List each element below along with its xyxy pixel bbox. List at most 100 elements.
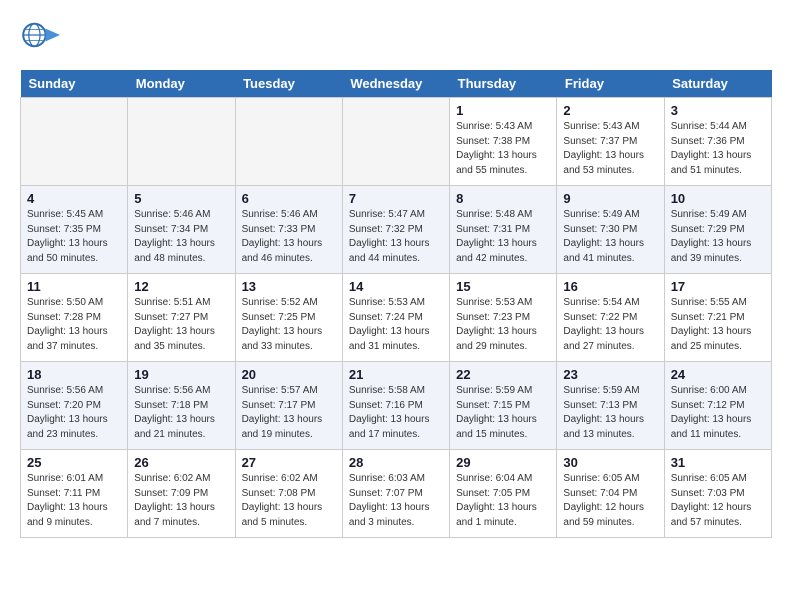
day-number: 4 xyxy=(27,191,121,206)
day-info: Sunrise: 6:05 AM Sunset: 7:03 PM Dayligh… xyxy=(671,472,765,530)
day-info: Sunrise: 6:02 AM Sunset: 7:08 PM Dayligh… xyxy=(242,472,336,530)
day-info: Sunrise: 5:47 AM Sunset: 7:32 PM Dayligh… xyxy=(349,208,443,266)
day-number: 27 xyxy=(242,455,336,470)
weekday-header-wednesday: Wednesday xyxy=(342,70,449,98)
calendar-cell: 13 Sunrise: 5:52 AM Sunset: 7:25 PM Dayli… xyxy=(235,274,342,362)
day-info: Sunrise: 5:43 AM Sunset: 7:37 PM Dayligh… xyxy=(563,120,657,178)
day-info: Sunrise: 5:46 AM Sunset: 7:34 PM Dayligh… xyxy=(134,208,228,266)
day-number: 17 xyxy=(671,279,765,294)
day-number: 10 xyxy=(671,191,765,206)
calendar-cell: 3Sunrise: 5:44 AM Sunset: 7:36 PM Daylig… xyxy=(664,98,771,186)
logo xyxy=(20,20,64,50)
weekday-header-friday: Friday xyxy=(557,70,664,98)
day-info: Sunrise: 5:50 AM Sunset: 7:28 PM Dayligh… xyxy=(27,296,121,354)
calendar-cell xyxy=(235,98,342,186)
weekday-header-thursday: Thursday xyxy=(450,70,557,98)
day-info: Sunrise: 5:55 AM Sunset: 7:21 PM Dayligh… xyxy=(671,296,765,354)
day-number: 2 xyxy=(563,103,657,118)
day-number: 28 xyxy=(349,455,443,470)
day-number: 19 xyxy=(134,367,228,382)
calendar-cell: 9Sunrise: 5:49 AM Sunset: 7:30 PM Daylig… xyxy=(557,186,664,274)
weekday-header-sunday: Sunday xyxy=(21,70,128,98)
day-number: 22 xyxy=(456,367,550,382)
calendar-cell xyxy=(21,98,128,186)
day-info: Sunrise: 5:52 AM Sunset: 7:25 PM Dayligh… xyxy=(242,296,336,354)
day-number: 6 xyxy=(242,191,336,206)
day-number: 24 xyxy=(671,367,765,382)
day-number: 31 xyxy=(671,455,765,470)
day-info: Sunrise: 5:43 AM Sunset: 7:38 PM Dayligh… xyxy=(456,120,550,178)
day-info: Sunrise: 6:04 AM Sunset: 7:05 PM Dayligh… xyxy=(456,472,550,530)
day-number: 5 xyxy=(134,191,228,206)
day-number: 29 xyxy=(456,455,550,470)
calendar-cell: 16 Sunrise: 5:54 AM Sunset: 7:22 PM Dayli… xyxy=(557,274,664,362)
calendar-cell: 2 Sunrise: 5:43 AM Sunset: 7:37 PM Daylig… xyxy=(557,98,664,186)
calendar-cell: 12 Sunrise: 5:51 AM Sunset: 7:27 PM Dayli… xyxy=(128,274,235,362)
calendar-cell: 26Sunrise: 6:02 AM Sunset: 7:09 PM Dayli… xyxy=(128,450,235,538)
calendar-cell: 31 Sunrise: 6:05 AM Sunset: 7:03 PM Dayli… xyxy=(664,450,771,538)
day-info: Sunrise: 5:53 AM Sunset: 7:23 PM Dayligh… xyxy=(456,296,550,354)
calendar-cell: 14Sunrise: 5:53 AM Sunset: 7:24 PM Dayli… xyxy=(342,274,449,362)
day-number: 12 xyxy=(134,279,228,294)
weekday-header-monday: Monday xyxy=(128,70,235,98)
calendar-cell: 18Sunrise: 5:56 AM Sunset: 7:20 PM Dayli… xyxy=(21,362,128,450)
calendar-cell: 8 Sunrise: 5:48 AM Sunset: 7:31 PM Daylig… xyxy=(450,186,557,274)
calendar-cell: 23 Sunrise: 5:59 AM Sunset: 7:13 PM Dayli… xyxy=(557,362,664,450)
calendar-cell: 10 Sunrise: 5:49 AM Sunset: 7:29 PM Dayli… xyxy=(664,186,771,274)
day-number: 8 xyxy=(456,191,550,206)
calendar-cell: 27 Sunrise: 6:02 AM Sunset: 7:08 PM Dayli… xyxy=(235,450,342,538)
day-number: 23 xyxy=(563,367,657,382)
calendar-header: SundayMondayTuesdayWednesdayThursdayFrid… xyxy=(21,70,772,98)
calendar-cell: 22Sunrise: 5:59 AM Sunset: 7:15 PM Dayli… xyxy=(450,362,557,450)
calendar-cell: 30 Sunrise: 6:05 AM Sunset: 7:04 PM Dayli… xyxy=(557,450,664,538)
day-info: Sunrise: 5:56 AM Sunset: 7:18 PM Dayligh… xyxy=(134,384,228,442)
day-number: 7 xyxy=(349,191,443,206)
day-info: Sunrise: 5:57 AM Sunset: 7:17 PM Dayligh… xyxy=(242,384,336,442)
calendar-cell: 24 Sunrise: 6:00 AM Sunset: 7:12 PM Dayli… xyxy=(664,362,771,450)
day-info: Sunrise: 5:49 AM Sunset: 7:29 PM Dayligh… xyxy=(671,208,765,266)
day-number: 13 xyxy=(242,279,336,294)
day-number: 25 xyxy=(27,455,121,470)
day-number: 20 xyxy=(242,367,336,382)
calendar-cell: 5 Sunrise: 5:46 AM Sunset: 7:34 PM Daylig… xyxy=(128,186,235,274)
day-info: Sunrise: 5:51 AM Sunset: 7:27 PM Dayligh… xyxy=(134,296,228,354)
day-info: Sunrise: 6:00 AM Sunset: 7:12 PM Dayligh… xyxy=(671,384,765,442)
calendar-table: SundayMondayTuesdayWednesdayThursdayFrid… xyxy=(20,70,772,538)
calendar-cell: 15Sunrise: 5:53 AM Sunset: 7:23 PM Dayli… xyxy=(450,274,557,362)
calendar-cell: 7 Sunrise: 5:47 AM Sunset: 7:32 PM Daylig… xyxy=(342,186,449,274)
day-info: Sunrise: 5:45 AM Sunset: 7:35 PM Dayligh… xyxy=(27,208,121,266)
day-info: Sunrise: 5:58 AM Sunset: 7:16 PM Dayligh… xyxy=(349,384,443,442)
day-info: Sunrise: 5:54 AM Sunset: 7:22 PM Dayligh… xyxy=(563,296,657,354)
weekday-header-tuesday: Tuesday xyxy=(235,70,342,98)
day-info: Sunrise: 5:59 AM Sunset: 7:13 PM Dayligh… xyxy=(563,384,657,442)
day-number: 30 xyxy=(563,455,657,470)
calendar-cell: 11Sunrise: 5:50 AM Sunset: 7:28 PM Dayli… xyxy=(21,274,128,362)
calendar-week-1: 1 Sunrise: 5:43 AM Sunset: 7:38 PM Daylig… xyxy=(21,98,772,186)
day-number: 21 xyxy=(349,367,443,382)
calendar-cell: 6 Sunrise: 5:46 AM Sunset: 7:33 PM Daylig… xyxy=(235,186,342,274)
day-info: Sunrise: 6:05 AM Sunset: 7:04 PM Dayligh… xyxy=(563,472,657,530)
calendar-cell: 4 Sunrise: 5:45 AM Sunset: 7:35 PM Daylig… xyxy=(21,186,128,274)
day-info: Sunrise: 5:46 AM Sunset: 7:33 PM Dayligh… xyxy=(242,208,336,266)
day-number: 18 xyxy=(27,367,121,382)
calendar-cell: 17 Sunrise: 5:55 AM Sunset: 7:21 PM Dayli… xyxy=(664,274,771,362)
calendar-cell: 29 Sunrise: 6:04 AM Sunset: 7:05 PM Dayli… xyxy=(450,450,557,538)
day-info: Sunrise: 5:48 AM Sunset: 7:31 PM Dayligh… xyxy=(456,208,550,266)
calendar-cell: 21 Sunrise: 5:58 AM Sunset: 7:16 PM Dayli… xyxy=(342,362,449,450)
calendar-week-2: 4 Sunrise: 5:45 AM Sunset: 7:35 PM Daylig… xyxy=(21,186,772,274)
calendar-cell: 28 Sunrise: 6:03 AM Sunset: 7:07 PM Dayli… xyxy=(342,450,449,538)
calendar-week-5: 25 Sunrise: 6:01 AM Sunset: 7:11 PM Dayli… xyxy=(21,450,772,538)
day-info: Sunrise: 6:03 AM Sunset: 7:07 PM Dayligh… xyxy=(349,472,443,530)
calendar-cell: 25 Sunrise: 6:01 AM Sunset: 7:11 PM Dayli… xyxy=(21,450,128,538)
weekday-header-saturday: Saturday xyxy=(664,70,771,98)
day-number: 14 xyxy=(349,279,443,294)
day-number: 3 xyxy=(671,103,765,118)
day-number: 16 xyxy=(563,279,657,294)
day-number: 1 xyxy=(456,103,550,118)
calendar-cell: 1 Sunrise: 5:43 AM Sunset: 7:38 PM Daylig… xyxy=(450,98,557,186)
calendar-week-4: 18Sunrise: 5:56 AM Sunset: 7:20 PM Dayli… xyxy=(21,362,772,450)
calendar-cell: 19 Sunrise: 5:56 AM Sunset: 7:18 PM Dayli… xyxy=(128,362,235,450)
day-info: Sunrise: 6:02 AM Sunset: 7:09 PM Dayligh… xyxy=(134,472,228,530)
day-info: Sunrise: 6:01 AM Sunset: 7:11 PM Dayligh… xyxy=(27,472,121,530)
calendar-week-3: 11Sunrise: 5:50 AM Sunset: 7:28 PM Dayli… xyxy=(21,274,772,362)
